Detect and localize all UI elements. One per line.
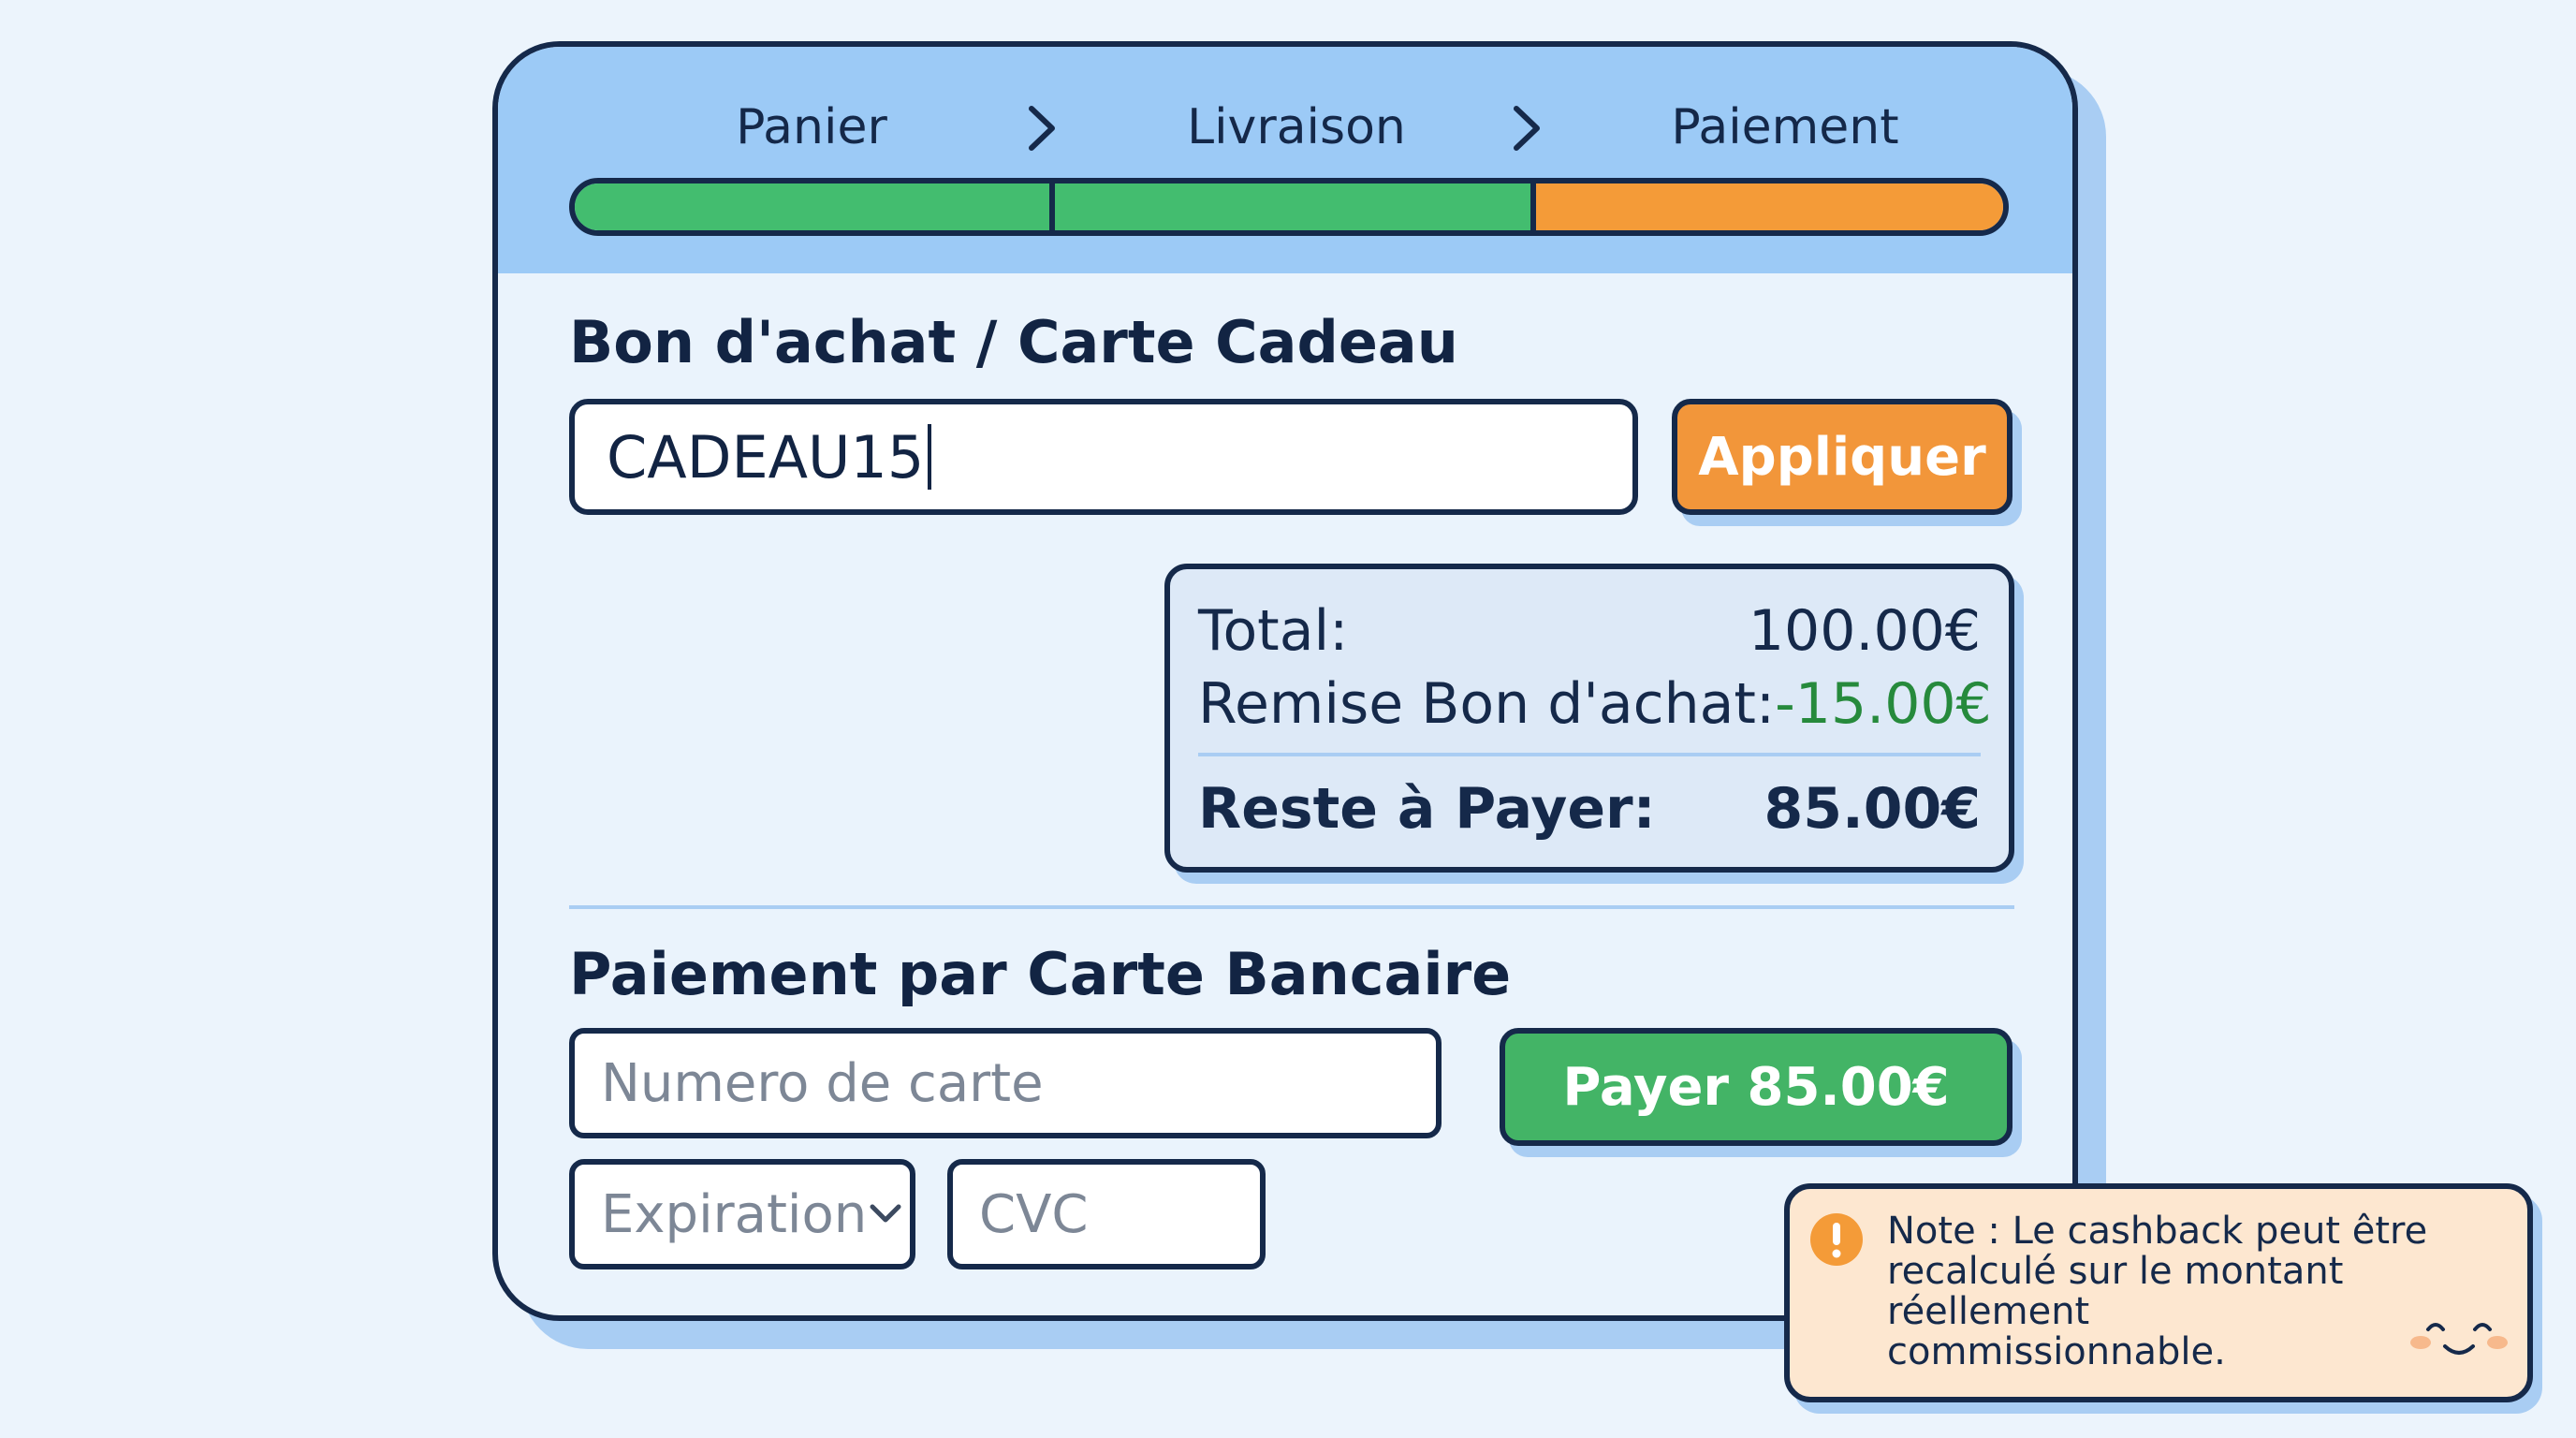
step-panier[interactable]: Panier — [634, 97, 989, 157]
apply-voucher-button[interactable]: Appliquer — [1672, 399, 2012, 515]
pay-button[interactable]: Payer 85.00€ — [1500, 1028, 2012, 1146]
expiration-select[interactable]: Expiration — [569, 1159, 915, 1269]
chevron-right-icon — [1029, 106, 1055, 151]
chevron-right-icon — [1514, 106, 1540, 151]
progress-segment-paiement — [1535, 183, 2003, 230]
order-summary: Total: 100.00€ Remise Bon d'achat: -15.0… — [1164, 564, 2014, 873]
note-text: Note : Le cashback peut être recalculé s… — [1887, 1210, 2428, 1373]
checkout-card: Panier Livraison Paiement Bon d'achat / … — [492, 41, 2078, 1321]
step-livraison[interactable]: Livraison — [1119, 97, 1474, 157]
checkout-progress-bar — [569, 178, 2009, 236]
summary-row-remaining: Reste à Payer: 85.00€ — [1198, 775, 1981, 843]
remaining-label: Reste à Payer: — [1198, 776, 1656, 842]
checkout-stepper: Panier Livraison Paiement — [498, 47, 2072, 273]
smiley-face-icon — [2410, 1323, 2508, 1355]
discount-label: Remise Bon d'achat: — [1198, 671, 1776, 737]
card-number-input[interactable]: Numero de carte — [569, 1028, 1442, 1138]
chevron-down-icon — [870, 1204, 901, 1223]
expiration-placeholder: Expiration — [601, 1183, 868, 1245]
cvc-placeholder: CVC — [979, 1183, 1089, 1245]
card-number-placeholder: Numero de carte — [601, 1052, 1044, 1114]
progress-segment-panier — [575, 183, 1055, 230]
summary-divider — [1198, 753, 1981, 756]
voucher-code-value: CADEAU15 — [607, 422, 925, 492]
voucher-section-title: Bon d'achat / Carte Cadeau — [569, 308, 1458, 376]
voucher-code-input[interactable]: CADEAU15 — [569, 399, 1638, 515]
text-caret — [928, 424, 932, 490]
step-paiement: Paiement — [1671, 99, 1899, 155]
cashback-note: Note : Le cashback peut être recalculé s… — [1784, 1183, 2533, 1402]
total-label: Total: — [1198, 598, 1349, 664]
section-divider — [569, 905, 2014, 909]
progress-segment-livraison — [1054, 183, 1536, 230]
summary-row-total: Total: 100.00€ — [1198, 597, 1981, 665]
discount-value: -15.00€ — [1775, 671, 1992, 737]
summary-row-discount: Remise Bon d'achat: -15.00€ — [1198, 670, 1992, 738]
card-payment-title: Paiement par Carte Bancaire — [569, 940, 1512, 1008]
cvc-input[interactable]: CVC — [947, 1159, 1266, 1269]
total-value: 100.00€ — [1748, 598, 1981, 664]
remaining-value: 85.00€ — [1764, 776, 1981, 842]
info-icon — [1810, 1213, 1863, 1266]
